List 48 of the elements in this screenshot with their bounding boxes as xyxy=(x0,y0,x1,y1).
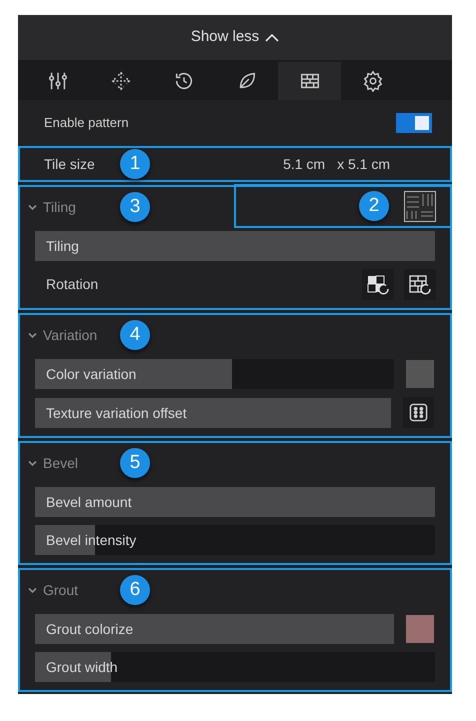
chevron-icon xyxy=(28,586,37,594)
slider-label: Bevel amount xyxy=(46,493,132,512)
rotate-tile-button[interactable] xyxy=(362,269,394,300)
chevron-icon xyxy=(28,204,37,210)
slider-track[interactable]: Tiling xyxy=(35,231,435,261)
show-less-button[interactable]: Show less xyxy=(18,15,452,60)
slider-track[interactable]: Grout width xyxy=(35,652,435,682)
tile-width-value: 5.1 cm xyxy=(283,154,326,174)
enable-pattern-label: Enable pattern xyxy=(44,114,130,132)
dice-icon xyxy=(409,403,428,422)
slider-track[interactable]: Texture variation offset xyxy=(35,398,391,428)
rotate-tile-icon xyxy=(366,274,390,296)
slider-label: Grout width xyxy=(46,658,118,677)
color-swatch[interactable] xyxy=(406,615,434,643)
rotate-bricks-icon xyxy=(408,274,432,296)
callout-badge: 6 xyxy=(120,575,150,605)
slider-label: Bevel intensity xyxy=(46,531,136,550)
section-header[interactable]: Variation xyxy=(20,324,120,346)
randomize-button[interactable] xyxy=(403,397,434,428)
section-header[interactable]: Bevel xyxy=(20,452,120,474)
pattern-thumbnail[interactable] xyxy=(404,190,436,222)
rotation-label: Rotation xyxy=(46,275,100,294)
sliders-icon xyxy=(46,70,68,92)
slider-label: Grout colorize xyxy=(46,620,134,639)
slider-track[interactable]: Bevel intensity xyxy=(35,525,435,555)
slider-track[interactable]: Grout colorize xyxy=(35,614,394,644)
chevron-icon xyxy=(28,332,37,338)
color-swatch[interactable] xyxy=(406,360,434,388)
rotate-pattern-button[interactable] xyxy=(404,269,436,300)
tile-height-value: x 5.1 cm xyxy=(337,154,390,174)
slider-label: Texture variation offset xyxy=(46,404,187,422)
callout-badge: 4 xyxy=(120,320,150,350)
tile-size-label: Tile size xyxy=(44,154,96,174)
callout-badge: 5 xyxy=(120,448,150,478)
toggle-switch[interactable] xyxy=(396,113,432,133)
slider-track[interactable]: Bevel amount xyxy=(35,487,435,517)
slider-track[interactable]: Color variation xyxy=(35,359,394,389)
callout-badge: 2 xyxy=(359,191,389,221)
panel-tab[interactable] xyxy=(278,62,341,100)
slider-label: Tiling xyxy=(46,237,79,256)
slider-label: Color variation xyxy=(46,365,136,384)
section-header[interactable]: Tiling xyxy=(20,196,120,218)
move-icon xyxy=(110,70,132,92)
gear-icon xyxy=(362,70,384,92)
chevron-icon xyxy=(28,460,37,466)
callout-badge: 3 xyxy=(120,192,150,222)
section-header[interactable]: Grout xyxy=(20,580,120,600)
callout-badge: 1 xyxy=(120,149,150,179)
